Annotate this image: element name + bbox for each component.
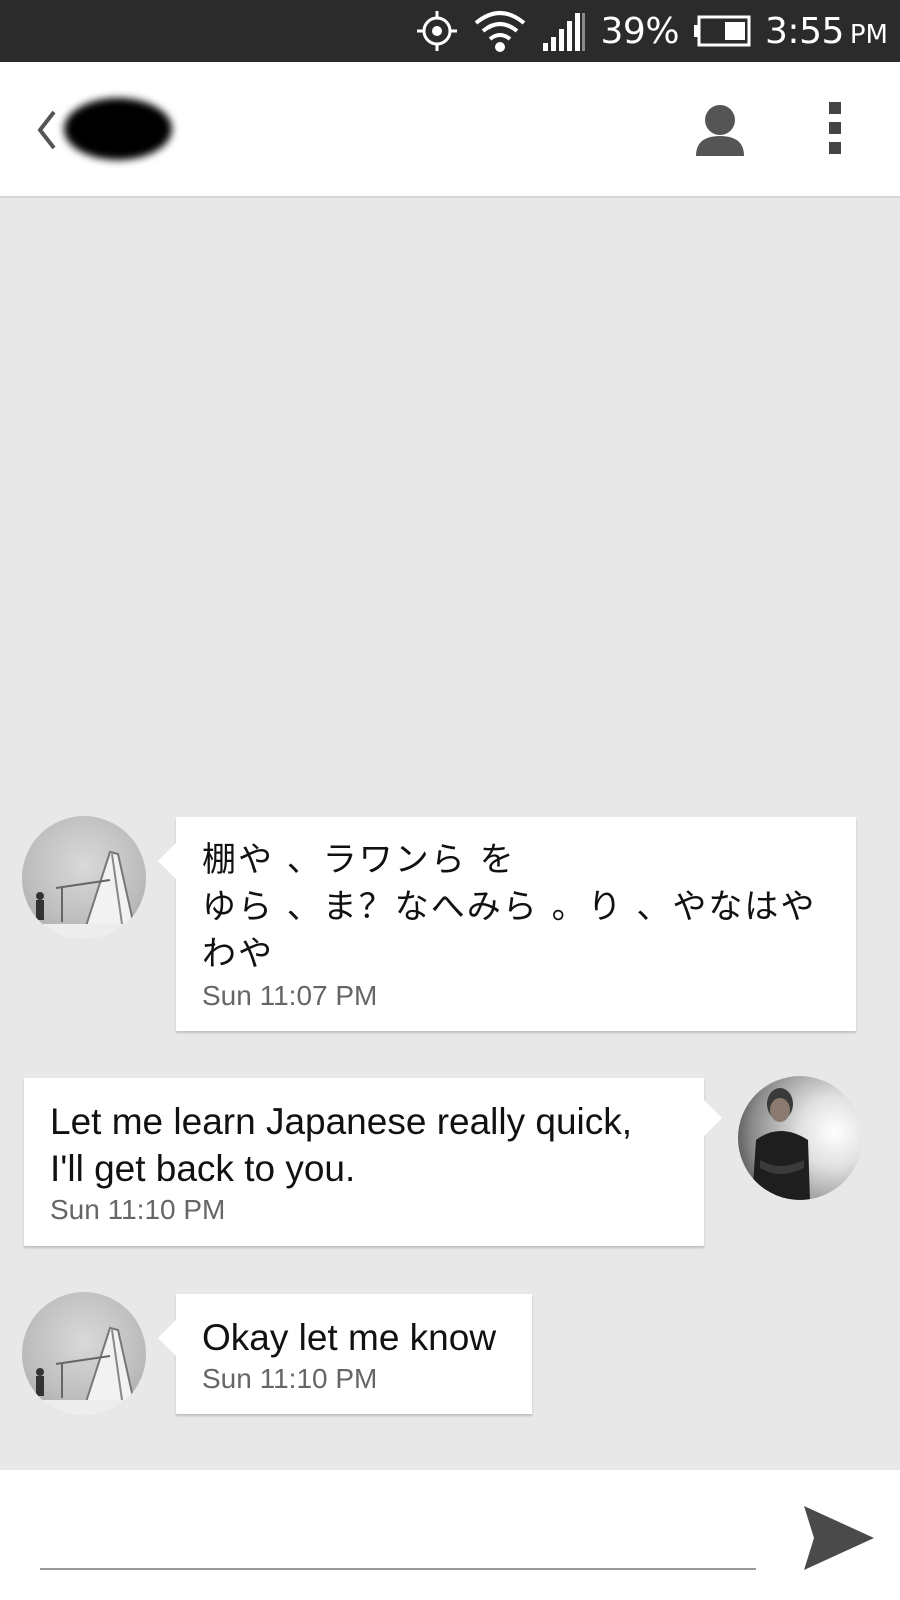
overflow-dot xyxy=(829,122,841,134)
message-text-line: Okay let me know xyxy=(202,1317,497,1358)
message-text-line: Let me learn Japanese really quick, xyxy=(50,1101,633,1142)
message-text-line: ゆら 、ま？なへみら 。り 、やなはや xyxy=(202,887,817,927)
app-bar xyxy=(0,62,900,198)
send-icon xyxy=(804,1506,874,1570)
message-text-line: I'll get back to you. xyxy=(50,1148,356,1189)
overflow-menu-icon xyxy=(829,102,841,114)
message-timestamp: Sun 11:10 PM xyxy=(202,1363,378,1394)
wifi-icon xyxy=(473,9,527,53)
tent-photo-icon xyxy=(22,850,146,940)
battery-icon xyxy=(693,14,751,48)
clock-ampm: PM xyxy=(849,20,888,50)
message-bubble[interactable]: Let me learn Japanese really quick, I'll… xyxy=(24,1078,722,1246)
message-text-line: わや xyxy=(202,934,274,974)
overflow-menu-button[interactable] xyxy=(822,102,848,162)
message-bubble[interactable]: 棚や 、ラワンら を ゆら 、ま？なへみら 。り 、やなはや わや Sun 11… xyxy=(158,817,856,1031)
message-bubble[interactable]: Okay let me know Sun 11:10 PM xyxy=(158,1294,532,1414)
message-input[interactable] xyxy=(40,1510,756,1570)
conversation-list[interactable]: 棚や 、ラワンら を ゆら 、ま？なへみら 。り 、やなはや わや Sun 11… xyxy=(0,198,900,1470)
gps-icon xyxy=(415,9,459,53)
message-timestamp: Sun 11:10 PM xyxy=(50,1194,226,1225)
person-icon xyxy=(696,105,744,156)
message-text-line: 棚や 、ラワンら を xyxy=(202,840,516,880)
message-timestamp: Sun 11:07 PM xyxy=(202,980,378,1011)
send-button[interactable] xyxy=(800,1500,876,1576)
person-photo-icon xyxy=(752,1088,810,1200)
my-avatar[interactable] xyxy=(738,1076,862,1200)
sender-avatar[interactable] xyxy=(22,816,146,940)
signal-icon xyxy=(541,11,587,51)
contact-info-button[interactable] xyxy=(690,102,750,158)
overflow-dot xyxy=(829,142,841,154)
battery-percent: 39% xyxy=(600,10,680,52)
sender-avatar[interactable] xyxy=(22,1292,146,1416)
contact-name-redacted xyxy=(64,98,172,160)
clock-time: 3:55 xyxy=(765,10,844,52)
status-bar: 39% 3:55 PM xyxy=(0,0,900,62)
message-composer xyxy=(0,1470,900,1600)
tent-photo-icon xyxy=(22,1326,146,1416)
